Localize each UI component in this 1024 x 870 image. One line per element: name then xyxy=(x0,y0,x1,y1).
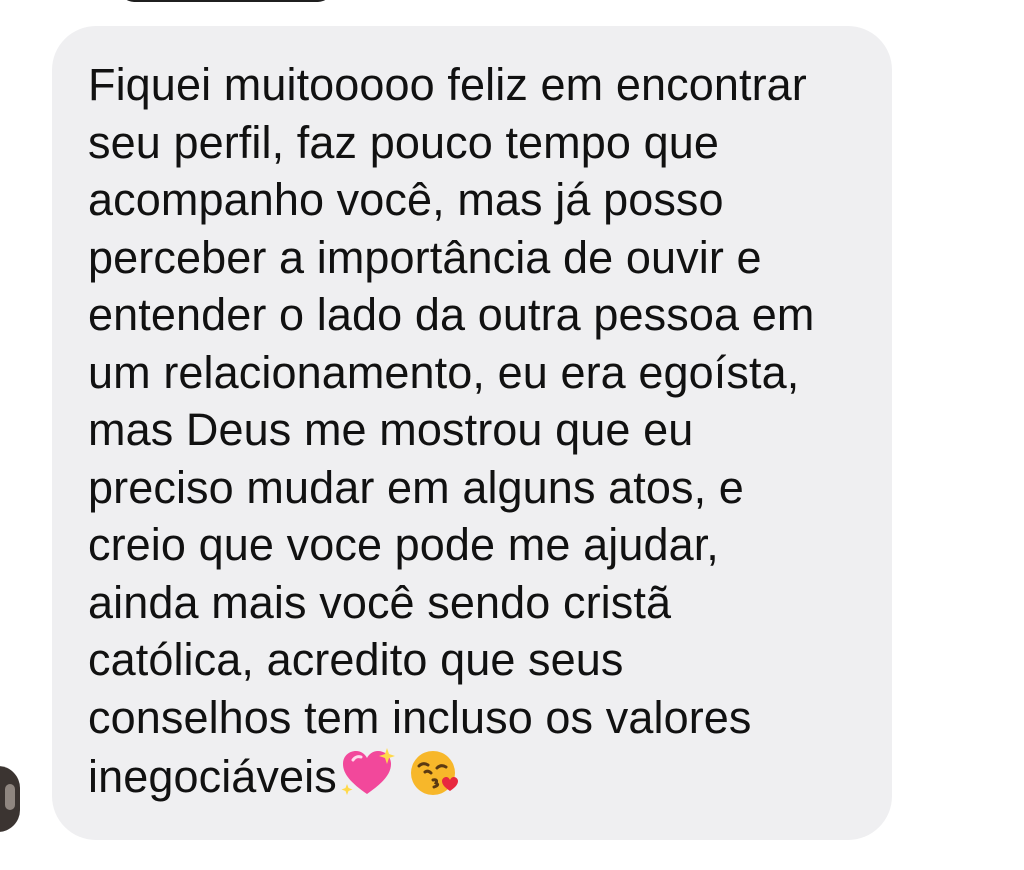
message-line: Fiquei muitooooo feliz em encontrar xyxy=(88,59,807,110)
message-line: um relacionamento, eu era egoísta, xyxy=(88,346,800,398)
received-message-bubble[interactable]: Fiquei muitooooo feliz em encontrar seu … xyxy=(52,26,892,840)
sender-avatar[interactable] xyxy=(0,766,20,832)
message-line: perceber a importância de ouvir e xyxy=(88,231,762,283)
message-line: seu perfil, faz pouco tempo que xyxy=(88,116,719,168)
message-line: conselhos tem incluso os valores xyxy=(88,691,752,743)
message-last-line: inegociáveis xyxy=(88,746,868,806)
message-line: mas Deus me mostrou que eu xyxy=(88,404,694,455)
previous-message-bubble-edge xyxy=(120,0,332,2)
message-line: acompanho você, mas já posso xyxy=(88,174,724,225)
message-line: entender o lado da outra pessoa em xyxy=(88,289,815,340)
message-line: católica, acredito que seus xyxy=(88,634,624,685)
message-line: ainda mais você sendo cristã xyxy=(88,576,672,628)
message-line: inegociáveis xyxy=(88,751,337,802)
message-text: Fiquei muitooooo feliz em encontrar seu … xyxy=(88,56,868,806)
message-line: preciso mudar em alguns atos, e xyxy=(88,461,744,513)
message-line: creio que voce pode me ajudar, xyxy=(88,519,719,570)
sparkling-heart-icon xyxy=(339,746,395,798)
face-blowing-kiss-icon xyxy=(409,748,459,798)
